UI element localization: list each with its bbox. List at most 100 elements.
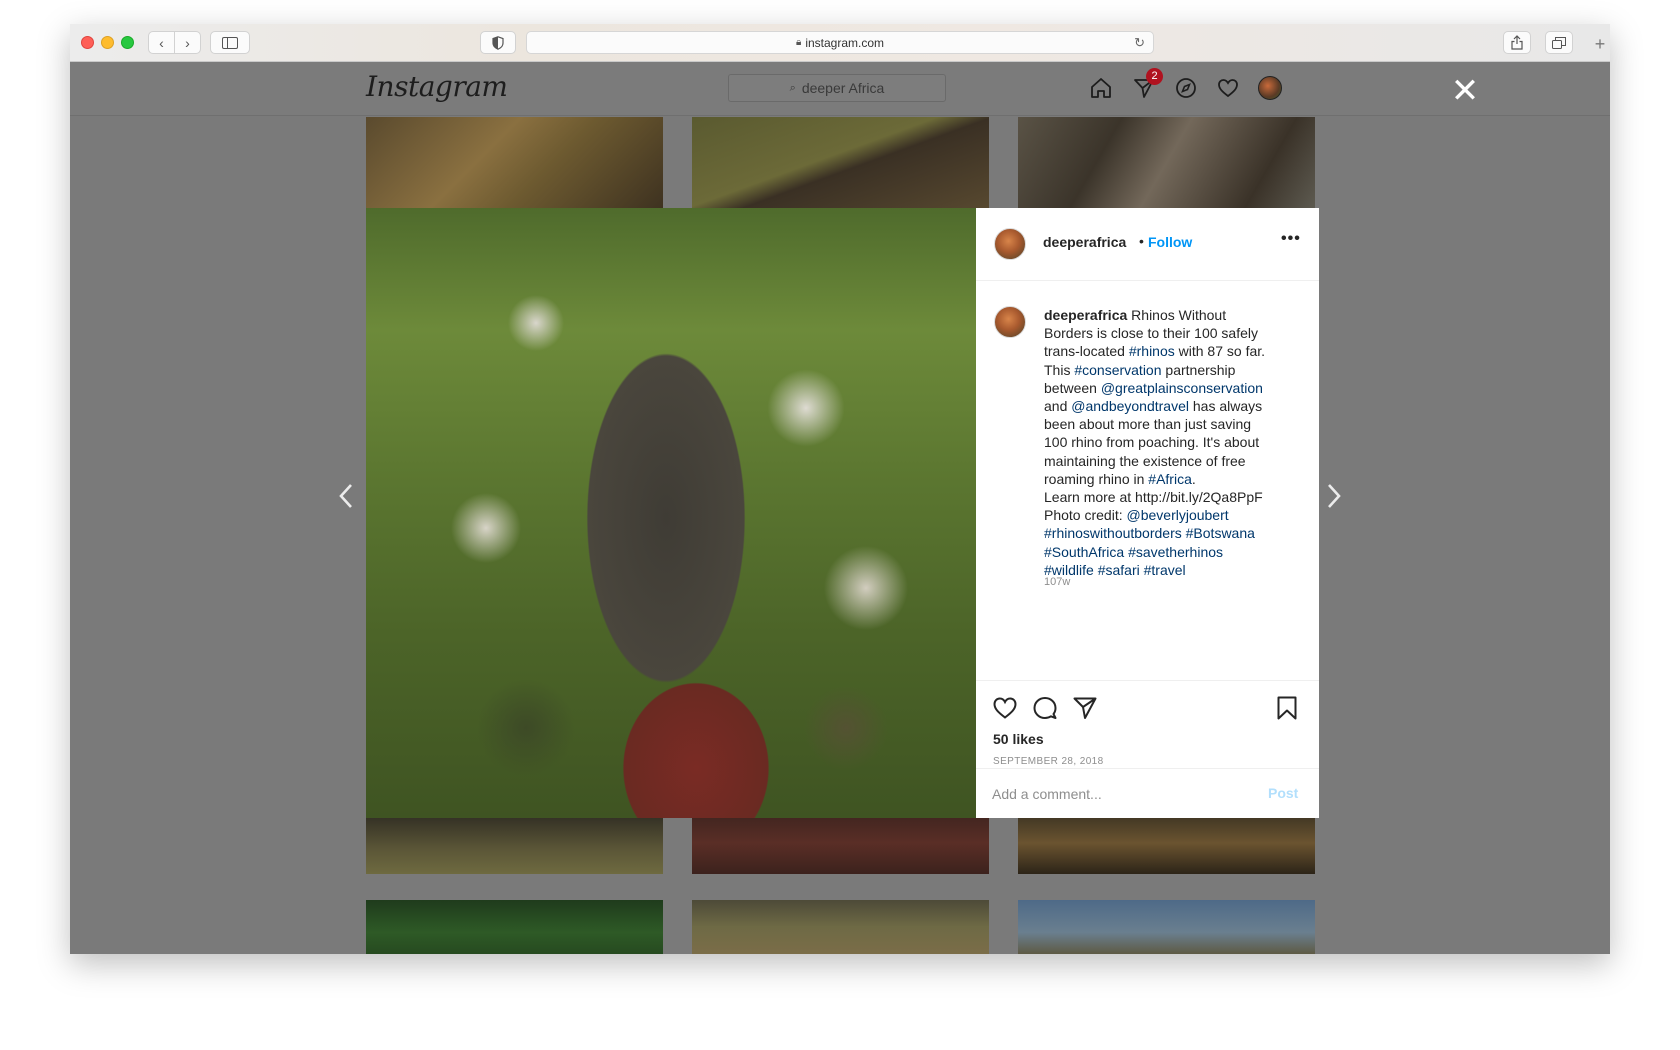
- likes-count[interactable]: 50 likes: [993, 731, 1044, 747]
- mention-link[interactable]: @greatplainsconservation: [1101, 380, 1263, 396]
- plus-icon: +: [1594, 33, 1606, 54]
- comment-input[interactable]: [992, 783, 1242, 805]
- search-input[interactable]: ⌕ deeper Africa: [728, 74, 946, 102]
- profile-button[interactable]: [1256, 74, 1284, 102]
- minimize-window-button[interactable]: [101, 36, 114, 49]
- caption-text: been about more than just saving: [1044, 416, 1252, 433]
- compass-icon: [1176, 78, 1196, 98]
- share-icon: [1511, 35, 1523, 50]
- comment-icon: [1033, 697, 1057, 719]
- hashtag-link[interactable]: #rhinos: [1129, 343, 1175, 359]
- sidebar-toggle-button[interactable]: [210, 31, 250, 54]
- caption-username[interactable]: deeperafrica: [1044, 307, 1127, 323]
- direct-messages-button[interactable]: 2: [1130, 68, 1163, 102]
- hashtag-link[interactable]: #safari: [1098, 562, 1140, 578]
- post-age[interactable]: 107w: [1044, 576, 1070, 588]
- sidebar-icon: [222, 36, 238, 49]
- grid-photo[interactable]: [1018, 812, 1315, 874]
- caption-author-avatar[interactable]: [994, 306, 1026, 338]
- shield-icon: [492, 35, 504, 50]
- hashtag-link[interactable]: #SouthAfrica: [1044, 544, 1124, 560]
- caption-line: Borders is close to their 100 safely: [1044, 324, 1304, 342]
- close-modal-button[interactable]: ✕: [1450, 74, 1480, 108]
- new-tab-button[interactable]: +: [1590, 34, 1610, 54]
- comment-button[interactable]: [1032, 695, 1060, 723]
- back-button[interactable]: ‹: [148, 31, 175, 54]
- post-header: deeperafrica • Follow •••: [976, 208, 1319, 281]
- post-actions: 50 likes SEPTEMBER 28, 2018: [976, 680, 1319, 768]
- explore-button[interactable]: [1172, 74, 1200, 102]
- profile-avatar: [1258, 76, 1282, 100]
- zoom-window-button[interactable]: [121, 36, 134, 49]
- chevron-right-icon: [1328, 484, 1341, 508]
- save-button[interactable]: [1274, 695, 1302, 723]
- hashtag-link[interactable]: #rhinoswithoutborders: [1044, 525, 1182, 541]
- tabs-icon: [1552, 36, 1566, 49]
- chevron-left-icon: [339, 484, 352, 508]
- caption-text: maintaining the existence of free: [1044, 452, 1246, 469]
- caption-text: 100 rhino from poaching. It's about: [1044, 434, 1260, 451]
- hashtag-link[interactable]: #travel: [1144, 562, 1186, 578]
- author-avatar[interactable]: [994, 228, 1026, 260]
- comment-box: Post: [976, 768, 1319, 818]
- grid-photo[interactable]: [692, 117, 989, 208]
- post-photo[interactable]: [366, 208, 976, 818]
- mention-link[interactable]: @andbeyondtravel: [1071, 398, 1189, 414]
- caption-text: and: [1044, 398, 1072, 415]
- post-date: SEPTEMBER 28, 2018: [993, 756, 1104, 767]
- separator-dot: •: [1139, 233, 1144, 249]
- grid-photo[interactable]: [692, 900, 989, 954]
- search-icon: ⌕: [789, 81, 796, 94]
- previous-post-button[interactable]: [336, 482, 356, 518]
- caption-line: #SouthAfrica #savetherhinos: [1044, 543, 1304, 561]
- caption-text: Photo credit:: [1044, 507, 1127, 524]
- mention-link[interactable]: @beverlyjoubert: [1127, 507, 1229, 523]
- caption-line: between @greatplainsconservation: [1044, 379, 1304, 397]
- instagram-logo[interactable]: Instagram: [366, 70, 508, 103]
- grid-photo[interactable]: [1018, 900, 1315, 954]
- address-bar[interactable]: 🔒︎ instagram.com ↻: [526, 31, 1154, 54]
- close-icon: ✕: [1450, 72, 1480, 110]
- like-button[interactable]: [992, 695, 1020, 723]
- more-options-icon[interactable]: •••: [1281, 230, 1301, 248]
- url-text: instagram.com: [805, 35, 885, 50]
- caption-line: been about more than just saving: [1044, 415, 1304, 433]
- grid-photo[interactable]: [692, 812, 989, 874]
- lock-icon: 🔒︎: [795, 37, 802, 48]
- hashtag-link[interactable]: #savetherhinos: [1128, 544, 1223, 560]
- caption-text: This: [1044, 361, 1075, 378]
- post-comment-button[interactable]: Post: [1268, 785, 1298, 801]
- forward-button[interactable]: ›: [174, 31, 201, 54]
- share-button[interactable]: [1503, 31, 1531, 54]
- hashtag-link[interactable]: #conservation: [1074, 362, 1161, 378]
- caption-line: 100 rhino from poaching. It's about: [1044, 433, 1304, 451]
- tab-overview-button[interactable]: [1545, 31, 1573, 54]
- hashtag-link[interactable]: #Botswana: [1186, 525, 1255, 541]
- close-window-button[interactable]: [81, 36, 94, 49]
- next-post-button[interactable]: [1324, 482, 1344, 518]
- caption-text: Borders is close to their 100 safely: [1044, 325, 1258, 342]
- home-icon: [1091, 78, 1111, 98]
- caption-text: has always: [1189, 398, 1263, 415]
- author-username[interactable]: deeperafrica: [1043, 234, 1126, 250]
- bookmark-icon: [1277, 696, 1297, 720]
- search-placeholder: deeper Africa: [801, 80, 885, 96]
- post-details-panel: deeperafrica • Follow ••• deeperafrica R…: [976, 208, 1319, 818]
- grid-photo[interactable]: [366, 812, 663, 874]
- reload-icon[interactable]: ↻: [1134, 35, 1145, 51]
- caption-line: This #conservation partnership: [1044, 361, 1304, 379]
- grid-photo[interactable]: [1018, 117, 1315, 208]
- caption-line: maintaining the existence of free: [1044, 452, 1304, 470]
- caption-line: and @andbeyondtravel has always: [1044, 397, 1304, 415]
- follow-button[interactable]: Follow: [1148, 234, 1192, 250]
- caption-text: with 87 so far.: [1174, 343, 1266, 360]
- instagram-header: Instagram ⌕ deeper Africa 2: [70, 62, 1610, 116]
- grid-photo[interactable]: [366, 900, 663, 954]
- share-post-button[interactable]: [1072, 695, 1100, 723]
- caption-line: #wildlife #safari #travel: [1044, 561, 1304, 579]
- activity-button[interactable]: [1214, 74, 1242, 102]
- hashtag-link[interactable]: #Africa: [1148, 471, 1192, 487]
- grid-photo[interactable]: [366, 117, 663, 208]
- home-button[interactable]: [1087, 74, 1115, 102]
- privacy-report-button[interactable]: [480, 31, 516, 54]
